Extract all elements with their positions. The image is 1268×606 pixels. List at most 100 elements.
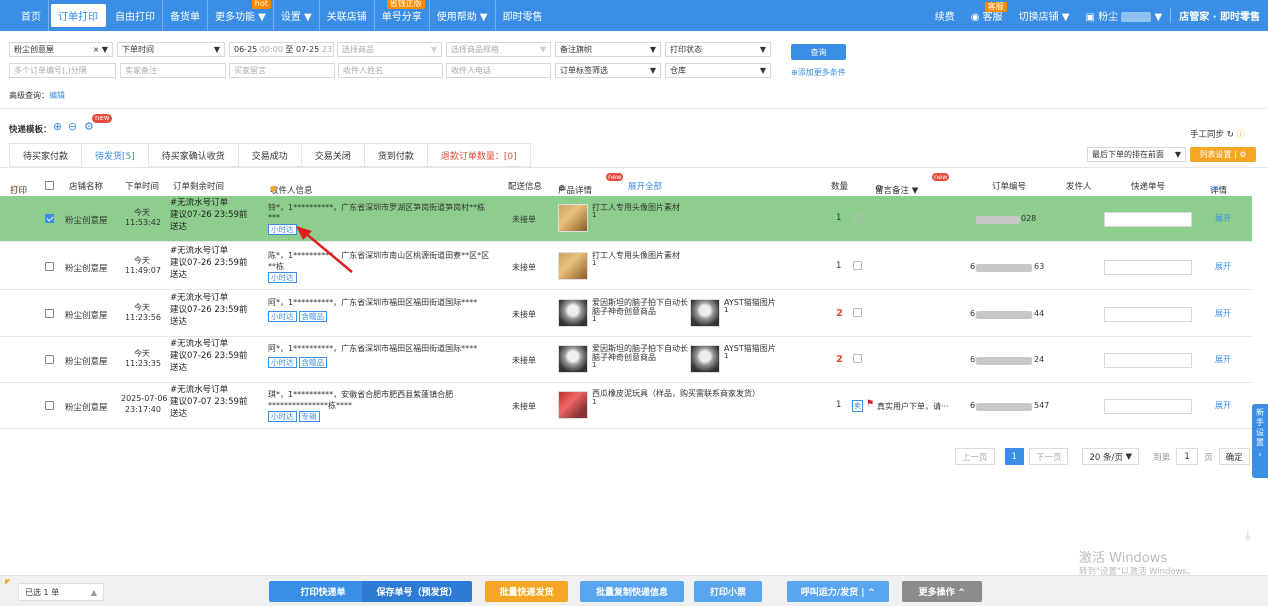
goto-page-input[interactable]: 1 bbox=[1176, 448, 1199, 465]
template-settings-icon[interactable]: ⚙ bbox=[84, 120, 94, 133]
product-thumbnail[interactable] bbox=[558, 252, 588, 280]
help-icon[interactable]: ⓘ bbox=[10, 184, 19, 196]
detail-expand-link[interactable]: 展开 bbox=[1215, 354, 1231, 365]
nav-item-2[interactable]: 自由打印 bbox=[108, 0, 163, 31]
seller-note-input[interactable]: 卖家备注 bbox=[120, 63, 226, 78]
scroll-to-top-icon[interactable]: ⤓ bbox=[1245, 528, 1251, 543]
tab-5[interactable]: 货到付款 bbox=[363, 143, 427, 167]
tracking-no-input[interactable] bbox=[1104, 307, 1192, 322]
row-checkbox[interactable] bbox=[45, 262, 54, 271]
order-tag-select[interactable]: 订单标签筛选 ▼ bbox=[555, 63, 661, 78]
flag-select[interactable]: 备注旗帜 ▼ bbox=[555, 42, 661, 57]
date-range-input[interactable]: 06-25 00:00 至 07-25 23:59 bbox=[229, 42, 334, 57]
tab-1[interactable]: 待发货[5] bbox=[81, 143, 148, 167]
nav-item-label: 即时零售 bbox=[502, 12, 543, 23]
tab-0[interactable]: 待买家付款 bbox=[9, 143, 82, 167]
tab-2[interactable]: 待买家确认收货 bbox=[147, 143, 238, 167]
product-thumbnail[interactable] bbox=[558, 391, 588, 419]
add-conditions-link[interactable]: ⊕添加更多条件 bbox=[791, 67, 846, 78]
product-thumbnail[interactable] bbox=[690, 345, 720, 373]
edit-note-icon[interactable] bbox=[853, 261, 862, 270]
product-thumbnail[interactable] bbox=[558, 204, 588, 232]
tab-4[interactable]: 交易关闭 bbox=[300, 143, 364, 167]
tracking-no-input[interactable] bbox=[1104, 353, 1192, 368]
row-checkbox[interactable] bbox=[45, 401, 54, 410]
advanced-edit-link[interactable]: 编辑 bbox=[49, 91, 65, 100]
warehouse-select[interactable]: 仓库 ▼ bbox=[665, 63, 771, 78]
nav-item-5[interactable]: 设置 ▼ bbox=[274, 0, 320, 31]
switch-shop-button[interactable]: 切换店铺 ▼ bbox=[1011, 8, 1078, 23]
row-checkbox[interactable] bbox=[45, 214, 54, 223]
detail-expand-link[interactable]: 展开 bbox=[1215, 261, 1231, 272]
add-template-icon[interactable]: ⊕ bbox=[53, 120, 62, 133]
user-menu[interactable]: ▣ 粉尘 ▼ bbox=[1078, 8, 1171, 23]
detail-expand-link[interactable]: 展开 bbox=[1215, 400, 1231, 411]
tracking-no-input[interactable] bbox=[1104, 399, 1192, 414]
nav-item-8[interactable]: 使用帮助 ▼ bbox=[430, 0, 496, 31]
goto-confirm-button[interactable]: 确定 bbox=[1218, 448, 1250, 465]
expand-all-link[interactable]: 展开全部 bbox=[628, 180, 662, 192]
order-no-blurred bbox=[976, 403, 1032, 411]
footer-button-3[interactable]: 批量复制快递信息 bbox=[580, 581, 684, 602]
order-no-input[interactable]: 多个订单编号(,)分隔 bbox=[9, 63, 116, 78]
order-no-tail: 63 bbox=[1034, 262, 1045, 271]
print-status-select[interactable]: 打印状态 ▼ bbox=[665, 42, 771, 57]
help-icon[interactable]: ⓘ bbox=[1237, 130, 1246, 140]
nav-item-3[interactable]: 备货单 bbox=[163, 0, 208, 31]
time-type-select[interactable]: 下单时间 ▼ bbox=[117, 42, 225, 57]
gear-icon[interactable]: ⚙ bbox=[558, 184, 566, 194]
detail-expand-link[interactable]: 展开 bbox=[1215, 308, 1231, 319]
footer-button-0[interactable]: 打印快递单 bbox=[269, 581, 377, 602]
product-select[interactable]: 选择商品 ▼ bbox=[337, 42, 442, 57]
receiver-phone-input[interactable]: 收件人电话 bbox=[446, 63, 551, 78]
query-button[interactable]: 查询 bbox=[791, 44, 846, 60]
edit-note-icon[interactable] bbox=[853, 213, 862, 222]
chevron-double-down-icon[interactable]: ≫ bbox=[1210, 184, 1219, 194]
renew-link[interactable]: 续费 bbox=[927, 8, 963, 23]
tracking-no-input[interactable] bbox=[1104, 260, 1192, 275]
shield-icon[interactable]: ◆ bbox=[270, 184, 277, 194]
buyer-msg-input[interactable]: 买家留言 bbox=[229, 63, 335, 78]
nav-item-0[interactable]: 首页 bbox=[14, 0, 49, 31]
sort-select[interactable]: 最后下单的排在前面 ▼ bbox=[1087, 147, 1186, 162]
receiver-name-input[interactable]: 收件人姓名 bbox=[338, 63, 443, 78]
tracking-no-input[interactable] bbox=[1104, 212, 1192, 227]
per-page-select[interactable]: 20 条/页 ▼ bbox=[1082, 448, 1140, 465]
product-thumbnail[interactable] bbox=[690, 299, 720, 327]
row-checkbox[interactable] bbox=[45, 309, 54, 318]
product-thumbnail[interactable] bbox=[558, 345, 588, 373]
footer-button-4[interactable]: 打印小票 bbox=[694, 581, 762, 602]
page-1-button[interactable]: 1 bbox=[1004, 448, 1024, 465]
select-all-checkbox[interactable] bbox=[45, 181, 54, 190]
footer-button-5[interactable]: 呼叫运力/发货 | ^ bbox=[787, 581, 889, 602]
gear-icon[interactable]: ⚙ bbox=[875, 184, 883, 194]
nav-item-6[interactable]: 关联店铺 bbox=[320, 0, 375, 31]
row-shop: 粉尘创意屋 bbox=[65, 216, 108, 226]
remove-template-icon[interactable]: ⊖ bbox=[68, 120, 77, 133]
edit-note-icon[interactable] bbox=[853, 354, 862, 363]
detail-expand-link[interactable]: 展开 bbox=[1215, 213, 1231, 224]
nav-item-7[interactable]: 单号分享 省钱正版 bbox=[375, 0, 430, 31]
nav-item-4[interactable]: 更多功能 ▼ hot bbox=[208, 0, 274, 31]
tab-3[interactable]: 交易成功 bbox=[237, 143, 301, 167]
next-page-button[interactable]: 下一页 bbox=[1028, 448, 1069, 465]
column-settings-button[interactable]: 列表设置 | ⚙ bbox=[1190, 147, 1256, 162]
newbie-settings-tab[interactable]: 新手设置 ‹ bbox=[1252, 404, 1268, 478]
footer-button-1[interactable]: 保存单号（预发货） bbox=[362, 581, 472, 602]
tab-6[interactable]: 退款订单数量：[0] bbox=[426, 143, 531, 167]
service-button[interactable]: 客服 ◉ 客服 bbox=[963, 2, 1011, 23]
selected-count-dropdown[interactable]: 已选 1 单 ▲ bbox=[18, 583, 104, 601]
spec-select[interactable]: 选择商品规格 ▼ bbox=[446, 42, 551, 57]
row-date: 2025-07-06 bbox=[121, 394, 168, 403]
manual-sync-button[interactable]: 手工同步 ↻ ⓘ bbox=[1190, 128, 1245, 140]
nav-item-9[interactable]: 即时零售 bbox=[496, 0, 550, 31]
product-thumbnail[interactable] bbox=[558, 299, 588, 327]
row-checkbox[interactable] bbox=[45, 355, 54, 364]
nav-item-1[interactable]: 订单打印 bbox=[51, 4, 106, 27]
shop-select[interactable]: 粉尘创意屋 × ▼ bbox=[9, 42, 113, 57]
prev-page-button[interactable]: 上一页 bbox=[955, 448, 995, 465]
row-delivery: 未接单 bbox=[512, 215, 536, 224]
footer-button-2[interactable]: 批量快递发货 bbox=[485, 581, 568, 602]
footer-button-6[interactable]: 更多操作 ^ bbox=[902, 581, 982, 602]
edit-note-icon[interactable] bbox=[853, 308, 862, 317]
